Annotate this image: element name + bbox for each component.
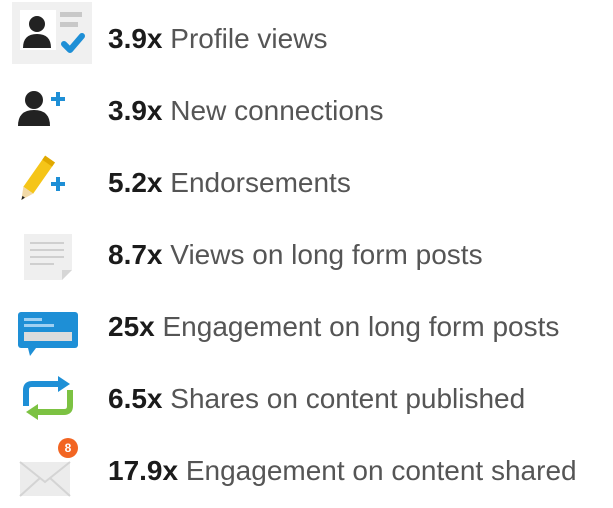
stat-row-long-form-views: 8.7x Views on long form posts (0, 216, 613, 288)
stat-row-content-engagement: 8 17.9x Engagement on content shared (0, 432, 613, 504)
profile-card-check-icon (6, 0, 92, 72)
stat-row-long-form-engagement: 25x Engagement on long form posts (0, 288, 613, 360)
stat-text: 3.9x Profile views (108, 22, 327, 56)
stat-multiplier: 8.7x (108, 239, 163, 270)
stat-label: New connections (170, 95, 384, 126)
stat-multiplier: 25x (108, 311, 155, 342)
stat-row-shares: 6.5x Shares on content published (0, 360, 613, 432)
stat-text: 8.7x Views on long form posts (108, 238, 483, 272)
stat-text: 25x Engagement on long form posts (108, 310, 559, 344)
stat-label: Engagement on long form posts (162, 311, 560, 342)
stat-row-profile-views: 3.9x Profile views (0, 0, 613, 72)
stat-label: Endorsements (170, 167, 351, 198)
stat-text: 5.2x Endorsements (108, 166, 351, 200)
stat-label: Views on long form posts (170, 239, 483, 270)
stat-multiplier: 5.2x (108, 167, 163, 198)
stat-text: 3.9x New connections (108, 94, 384, 128)
stat-multiplier: 17.9x (108, 455, 179, 486)
comment-bubble-icon (6, 288, 92, 360)
stat-multiplier: 3.9x (108, 95, 163, 126)
stat-label: Shares on content published (170, 383, 526, 414)
stat-multiplier: 6.5x (108, 383, 163, 414)
reshare-arrows-icon (6, 360, 92, 432)
stat-row-endorsements: 5.2x Endorsements (0, 144, 613, 216)
stat-label: Profile views (170, 23, 328, 54)
stat-text: 17.9x Engagement on content shared (108, 454, 577, 488)
notification-badge: 8 (65, 441, 72, 455)
envelope-badge-icon: 8 (6, 432, 92, 504)
document-icon (6, 216, 92, 288)
stat-label: Engagement on content shared (185, 455, 577, 486)
stat-text: 6.5x Shares on content published (108, 382, 525, 416)
add-person-icon (6, 72, 92, 144)
pencil-plus-icon (6, 144, 92, 216)
stat-row-new-connections: 3.9x New connections (0, 72, 613, 144)
stat-multiplier: 3.9x (108, 23, 163, 54)
stats-list: 3.9x Profile views 3.9x New connections (0, 0, 613, 508)
